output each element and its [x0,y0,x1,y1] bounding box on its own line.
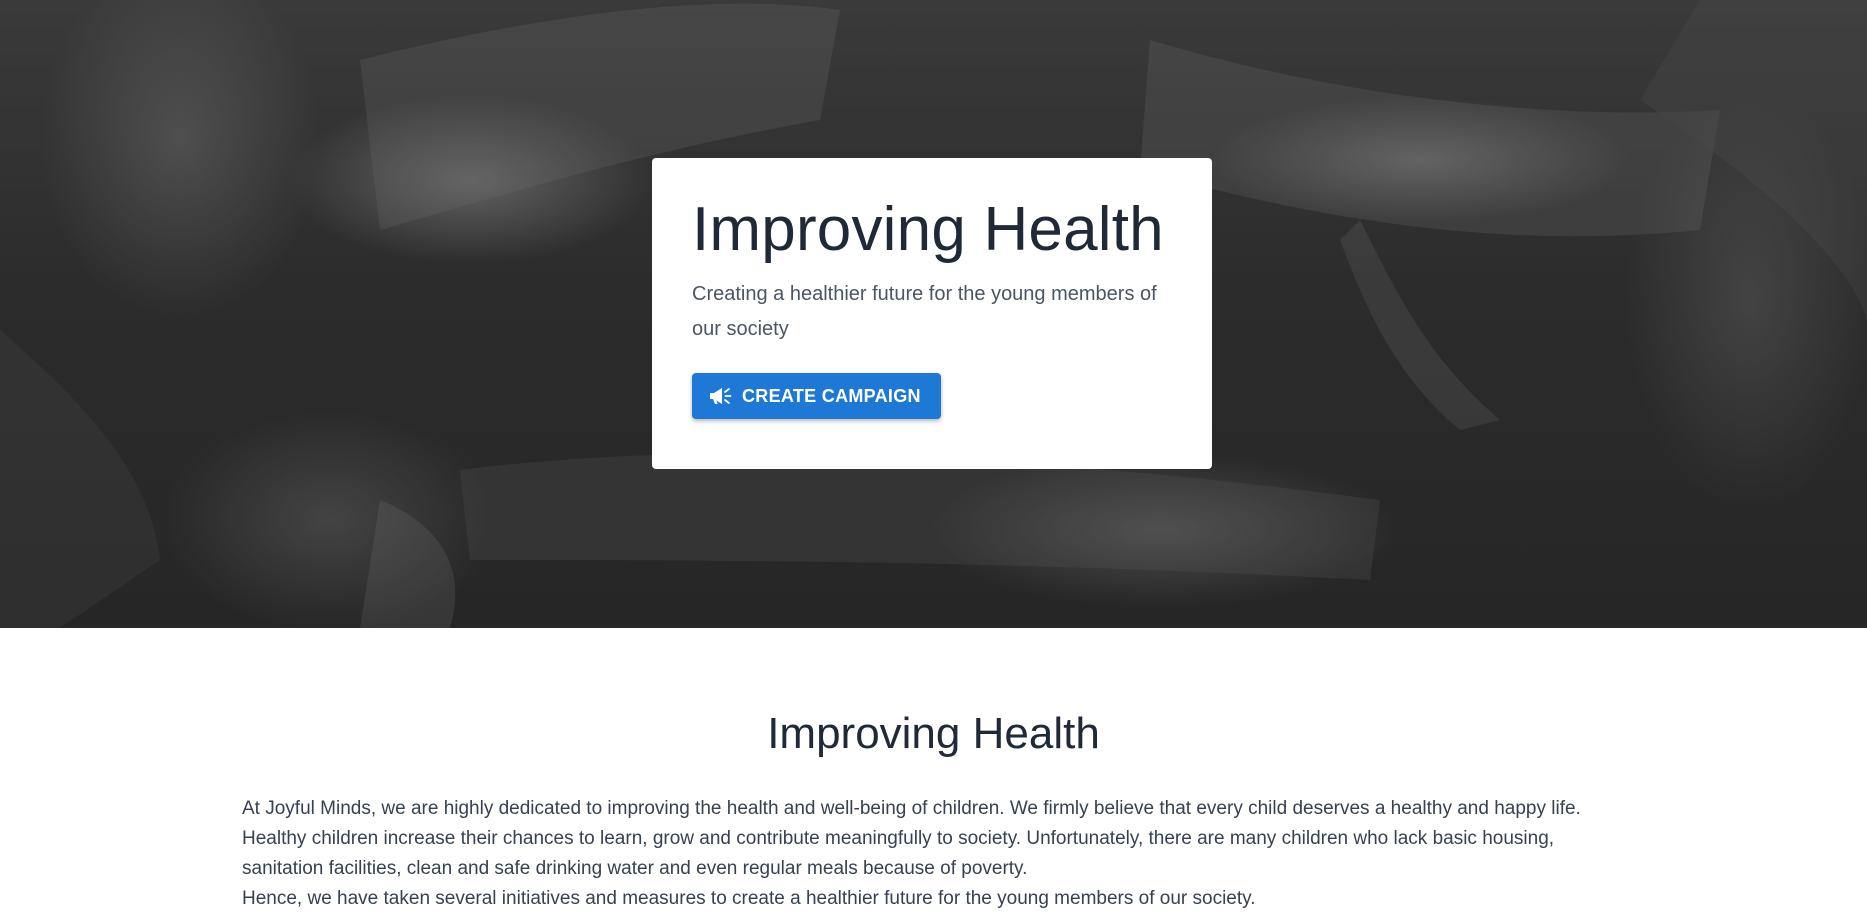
hero-banner: Improving Health Creating a healthier fu… [0,0,1867,628]
section-title: Improving Health [767,709,1100,758]
section-paragraph: At Joyful Minds, we are highly dedicated… [242,798,1581,880]
hero-subtitle: Creating a healthier future for the youn… [692,283,1157,341]
main-content: Improving Health At Joyful Minds, we are… [0,709,1867,914]
section-paragraph: Hence, we have taken several initiatives… [242,888,1256,910]
megaphone-icon [710,388,732,405]
hero-title: Improving Health [692,195,1164,264]
hero-card: Improving Health Creating a healthier fu… [652,158,1212,469]
create-campaign-button[interactable]: CREATE CAMPAIGN [692,373,941,420]
create-campaign-label: CREATE CAMPAIGN [742,385,921,406]
section-body: At Joyful Minds, we are highly dedicated… [242,794,1625,914]
